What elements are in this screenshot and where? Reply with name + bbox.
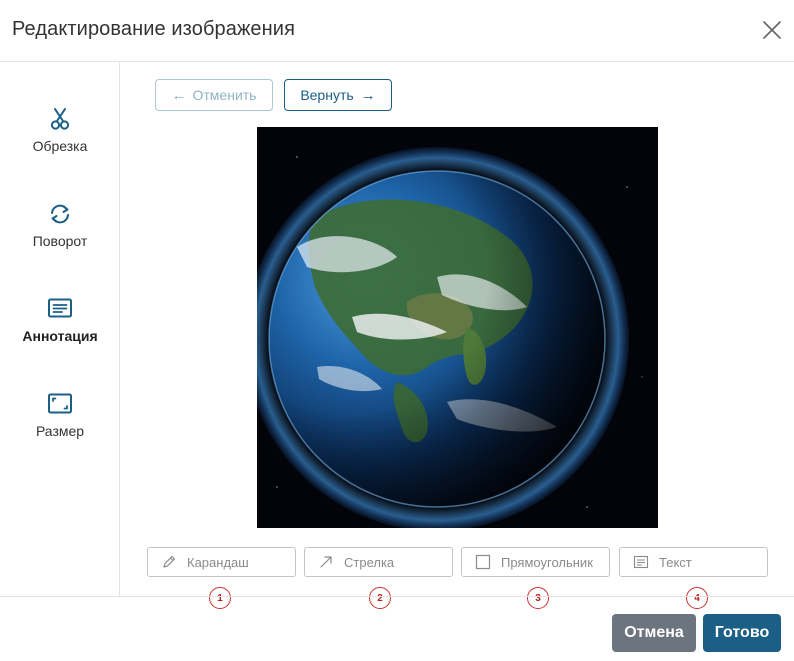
resize-icon [48, 393, 72, 414]
sidebar-item-crop[interactable]: Обрезка [0, 106, 120, 176]
sidebar-item-label: Поворот [32, 233, 88, 249]
arrow-tool-button[interactable]: Стрелка [304, 547, 453, 577]
rectangle-tool-label: Прямоугольник [501, 554, 593, 570]
image-editor-dialog: Редактирование изображения Обрезка Повор… [0, 0, 794, 661]
cancel-button[interactable]: Отмена [612, 614, 696, 652]
redo-label: Вернуть [300, 87, 354, 103]
sidebar-item-annotation[interactable]: Аннотация [0, 296, 120, 366]
arrow-icon [320, 556, 332, 568]
arrow-left-icon: ← [171, 86, 187, 104]
redo-button[interactable]: Вернуть → [284, 79, 392, 111]
rectangle-tool-button[interactable]: Прямоугольник [461, 547, 610, 577]
undo-label: Отменить [192, 87, 257, 103]
dialog-header: Редактирование изображения [0, 0, 794, 62]
close-icon[interactable] [760, 18, 784, 42]
done-button[interactable]: Готово [703, 614, 781, 652]
text-icon [633, 555, 649, 569]
text-tool-button[interactable]: Текст [619, 547, 768, 577]
sidebar-item-rotate[interactable]: Поворот [0, 201, 120, 271]
image-canvas[interactable] [257, 127, 658, 528]
sidebar-item-resize[interactable]: Размер [0, 391, 120, 461]
pencil-tool-label: Карандаш [187, 554, 249, 570]
arrow-right-icon: → [360, 86, 376, 104]
undo-button[interactable]: ← Отменить [155, 79, 273, 111]
pencil-icon [163, 555, 176, 568]
sidebar-item-label: Аннотация [22, 328, 98, 344]
earth-image [257, 127, 658, 528]
pencil-tool-button[interactable]: Карандаш [147, 547, 296, 577]
text-tool-label: Текст [659, 554, 692, 570]
rotate-icon [51, 204, 69, 224]
scissors-icon [50, 108, 70, 130]
rectangle-icon [475, 554, 491, 570]
sidebar-item-label: Обрезка [32, 138, 88, 154]
annotation-icon [48, 298, 72, 318]
arrow-tool-label: Стрелка [344, 554, 395, 570]
tools-sidebar: Обрезка Поворот Аннотация Размер [0, 62, 120, 596]
sidebar-item-label: Размер [35, 423, 85, 439]
dialog-title: Редактирование изображения [12, 18, 296, 40]
